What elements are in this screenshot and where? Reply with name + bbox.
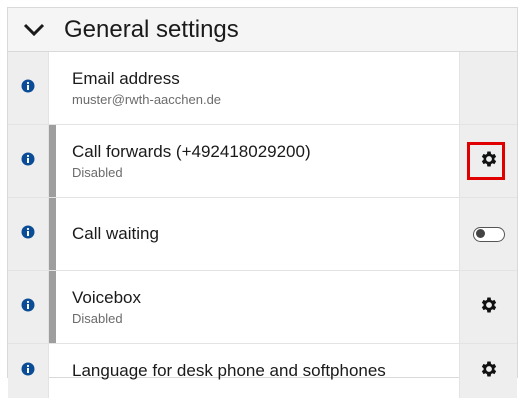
- call-waiting-toggle[interactable]: [472, 226, 505, 242]
- action-cell: [459, 125, 517, 197]
- info-icon[interactable]: [21, 79, 35, 98]
- action-cell: [459, 52, 517, 124]
- general-settings-panel: General settings Email address muster@rw…: [7, 7, 518, 398]
- section-title: General settings: [64, 15, 239, 43]
- setting-label: Call forwards (+492418029200): [72, 142, 311, 161]
- row-indicator: [49, 271, 56, 343]
- highlight-box: [467, 142, 505, 180]
- setting-status: Disabled: [72, 311, 123, 326]
- setting-row-call-waiting: Call waiting: [8, 198, 517, 271]
- row-indicator: [49, 344, 56, 398]
- action-cell: [459, 344, 517, 398]
- setting-row-email: Email address muster@rwth-aacchen.de: [8, 52, 517, 125]
- setting-label: Language for desk phone and softphones: [72, 361, 386, 380]
- row-indicator: [49, 198, 56, 270]
- setting-row-call-forwards: Call forwards (+492418029200) Disabled: [8, 125, 517, 198]
- toggle-knob: [475, 229, 485, 238]
- chevron-down-icon[interactable]: [22, 18, 54, 42]
- setting-row-language: Language for desk phone and softphones: [8, 344, 517, 398]
- row-indicator: [49, 52, 56, 124]
- section-header[interactable]: General settings: [8, 8, 517, 52]
- info-icon[interactable]: [21, 298, 35, 317]
- setting-status: Disabled: [72, 165, 123, 180]
- setting-value: muster@rwth-aacchen.de: [72, 92, 222, 107]
- info-icon[interactable]: [21, 362, 35, 381]
- setting-label: Email address: [72, 69, 180, 88]
- setting-label: Call waiting: [72, 224, 159, 243]
- row-indicator: [49, 125, 56, 197]
- setting-label: Voicebox: [72, 288, 141, 307]
- info-icon[interactable]: [21, 152, 35, 171]
- gear-icon[interactable]: [479, 295, 499, 320]
- setting-row-voicebox: Voicebox Disabled: [8, 271, 517, 344]
- action-cell: [459, 198, 517, 270]
- action-cell: [459, 271, 517, 343]
- info-icon[interactable]: [21, 225, 35, 244]
